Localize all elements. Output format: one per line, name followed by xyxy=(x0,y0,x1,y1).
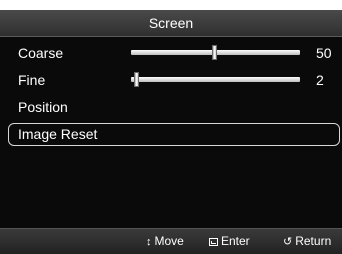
menu-item-fine[interactable]: Fine 2 xyxy=(10,69,340,91)
fine-slider-thumb[interactable] xyxy=(134,72,139,87)
return-arrow-icon: ↺ xyxy=(283,236,293,248)
fine-slider-track[interactable] xyxy=(131,77,300,82)
item-value: 50 xyxy=(316,45,332,61)
hint-enter: Enter xyxy=(209,229,250,253)
footer-hints: ↕ Move Enter ↺ Return xyxy=(0,228,342,254)
hint-enter-label: Enter xyxy=(221,234,250,248)
menu-item-coarse[interactable]: Coarse 50 xyxy=(10,42,340,64)
item-label: Fine xyxy=(18,72,46,88)
menu-item-position[interactable]: Position xyxy=(10,96,340,118)
menu-item-image-reset[interactable]: Image Reset xyxy=(8,123,340,146)
hint-move: ↕ Move xyxy=(146,229,184,254)
item-value: 2 xyxy=(316,72,324,88)
item-label: Position xyxy=(18,99,68,115)
menu-panel: Coarse 50 Fine 2 Position Image Reset xyxy=(0,37,342,228)
item-label: Image Reset xyxy=(18,126,98,142)
item-label: Coarse xyxy=(18,45,64,61)
osd-menu: Screen Coarse 50 Fine 2 Position Image R… xyxy=(0,0,342,254)
coarse-slider-thumb[interactable] xyxy=(212,45,217,60)
enter-icon xyxy=(209,238,218,246)
up-down-arrows-icon: ↕ xyxy=(146,236,152,248)
hint-return-label: Return xyxy=(295,234,332,248)
menu-title: Screen xyxy=(0,10,342,37)
hint-move-label: Move xyxy=(154,234,184,248)
hint-return: ↺ Return xyxy=(283,229,331,254)
